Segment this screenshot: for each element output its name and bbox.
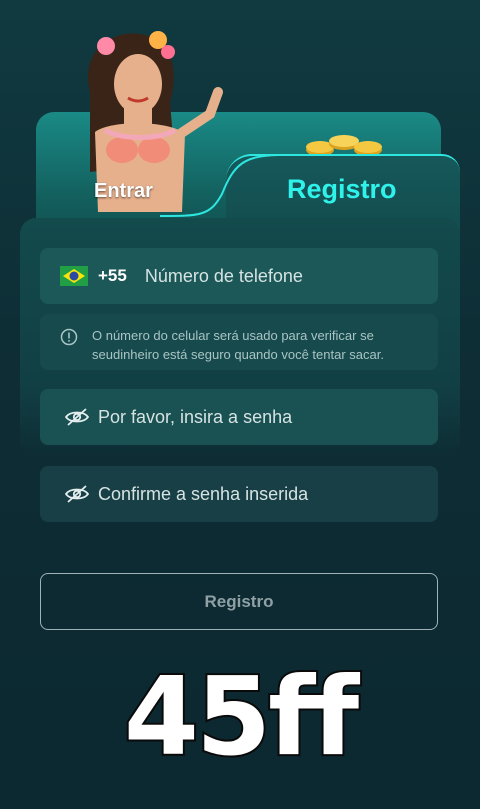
password-input[interactable]: Por favor, insira a senha (98, 407, 292, 428)
confirm-password-field[interactable]: Confirme a senha inserida (40, 466, 438, 522)
register-button[interactable]: Registro (40, 573, 438, 630)
info-icon (60, 328, 78, 346)
confirm-password-input[interactable]: Confirme a senha inserida (98, 484, 308, 505)
eye-off-icon[interactable] (64, 407, 90, 427)
brand-logo-text: 45ff (122, 653, 361, 782)
tab-register[interactable]: Registro (287, 174, 397, 205)
password-field[interactable]: Por favor, insira a senha (40, 389, 438, 445)
country-code[interactable]: +55 (98, 266, 127, 286)
phone-input[interactable]: Número de telefone (145, 266, 303, 287)
register-screen: Entrar Registro +55 Número de telefone O… (0, 0, 480, 809)
phone-notice: O número do celular será usado para veri… (40, 314, 438, 370)
eye-off-icon[interactable] (64, 484, 90, 504)
tab-login[interactable]: Entrar (94, 180, 153, 203)
notice-text: O número do celular será usado para veri… (92, 328, 384, 362)
phone-field[interactable]: +55 Número de telefone (40, 248, 438, 304)
brazil-flag-icon[interactable] (60, 266, 88, 286)
